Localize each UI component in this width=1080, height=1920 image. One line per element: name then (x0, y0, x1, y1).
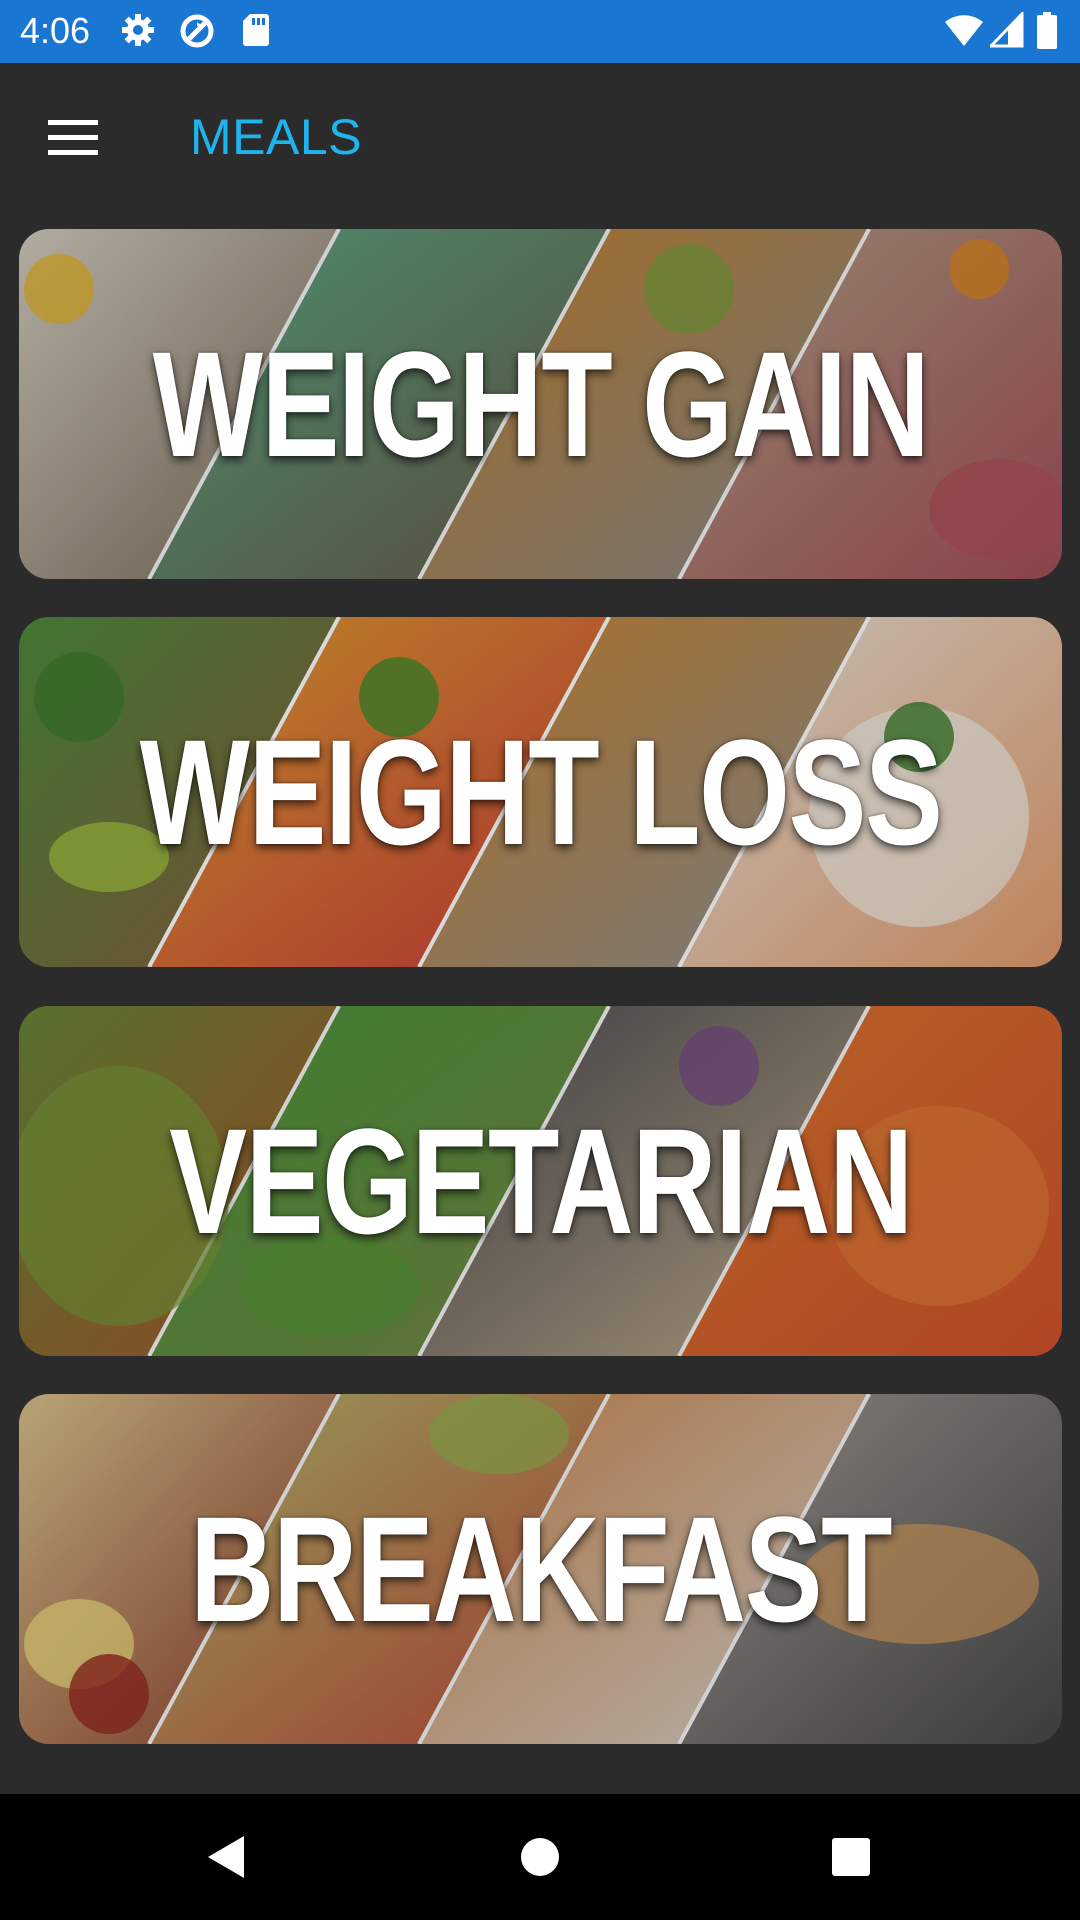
back-triangle-icon[interactable] (186, 1822, 266, 1892)
hamburger-menu-icon[interactable] (34, 103, 112, 173)
sd-card-icon (240, 12, 276, 48)
meal-card-vegetarian[interactable]: VEGETARIAN (19, 1006, 1062, 1356)
meal-card-weight-loss[interactable]: WEIGHT LOSS (19, 617, 1062, 967)
app-bar: MEALS (0, 63, 1080, 210)
wifi-icon (944, 12, 984, 48)
meal-card-label: VEGETARIAN (169, 1096, 913, 1265)
meal-card-label: WEIGHT GAIN (152, 319, 930, 488)
status-time: 4:06 (20, 10, 91, 51)
battery-icon (1036, 12, 1060, 49)
status-bar: 4:06 (0, 0, 1080, 63)
gear-icon (120, 12, 156, 48)
page-title: MEALS (190, 109, 363, 165)
meal-card-weight-gain[interactable]: WEIGHT GAIN (19, 229, 1062, 579)
home-circle-icon[interactable] (500, 1822, 580, 1892)
data-saver-icon (178, 12, 214, 48)
system-nav-bar (0, 1794, 1080, 1920)
meal-card-label: BREAKFAST (189, 1484, 893, 1653)
meal-card-label: WEIGHT LOSS (139, 707, 943, 876)
recents-square-icon[interactable] (811, 1822, 891, 1892)
cell-signal-icon (987, 10, 1026, 48)
meal-card-breakfast[interactable]: BREAKFAST (19, 1394, 1062, 1744)
